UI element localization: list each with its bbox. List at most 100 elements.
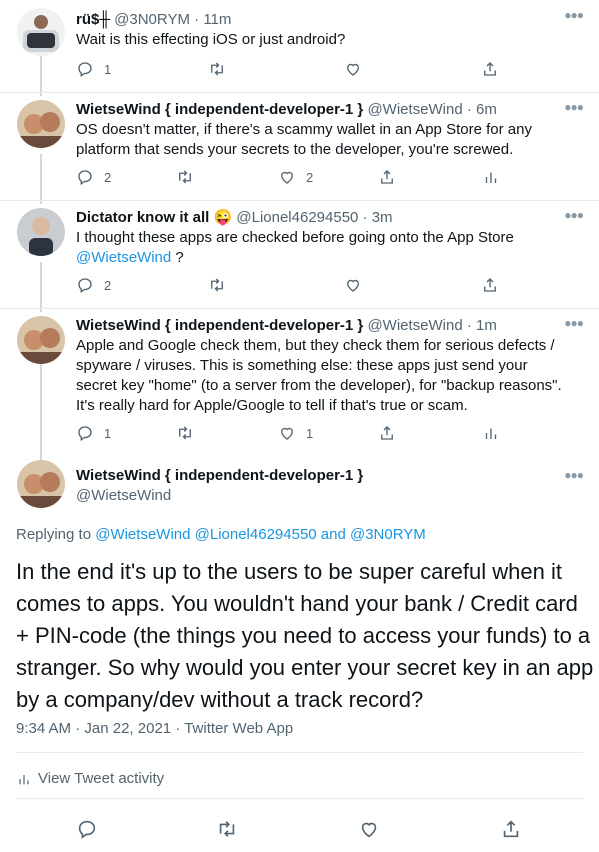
reply-button[interactable]: 2	[76, 168, 111, 186]
share-icon	[503, 820, 519, 838]
reply-count: 2	[104, 277, 112, 293]
author-name[interactable]: WietseWind { independent-developer-1 }	[76, 317, 363, 334]
retweet-button[interactable]	[208, 276, 226, 294]
reply-count: 2	[104, 169, 112, 185]
timestamp[interactable]: 6m	[476, 101, 497, 118]
like-button[interactable]	[344, 276, 362, 294]
like-button[interactable]	[358, 818, 380, 840]
analytics-button[interactable]	[482, 424, 500, 442]
author-handle[interactable]: @Lionel46294550	[236, 209, 358, 226]
retweet-icon	[179, 426, 191, 440]
timestamp[interactable]: 11m	[203, 11, 231, 28]
separator-dot: ·	[466, 101, 472, 118]
reply-button[interactable]	[76, 818, 98, 840]
like-icon	[361, 822, 377, 838]
analytics-button[interactable]	[482, 168, 500, 186]
more-icon[interactable]: ●●●	[564, 100, 584, 114]
author-name[interactable]: WietseWind { independent-developer-1 }	[76, 101, 363, 118]
share-button[interactable]	[481, 276, 499, 294]
main-tweet: WietseWind { independent-developer-1 } @…	[0, 456, 599, 852]
analytics-icon	[19, 774, 29, 784]
avatar[interactable]	[17, 100, 65, 148]
timestamp[interactable]: 3m	[372, 209, 393, 226]
share-button[interactable]	[500, 818, 522, 840]
more-icon[interactable]: ●●●	[564, 208, 584, 222]
share-button[interactable]	[481, 60, 499, 78]
like-button[interactable]: 2	[278, 168, 313, 186]
like-button[interactable]: 1	[278, 424, 313, 442]
share-button[interactable]	[378, 424, 396, 442]
tweet[interactable]: Dictator know it all 😜 @Lionel46294550 ·…	[0, 200, 599, 308]
divider	[16, 798, 583, 799]
main-tweet-text: In the end it's up to the users to be su…	[16, 559, 594, 712]
reply-icon	[78, 170, 92, 186]
divider	[16, 752, 583, 753]
reply-button[interactable]: 1	[76, 424, 111, 442]
reply-icon	[78, 426, 92, 442]
retweet-icon	[211, 278, 223, 292]
like-icon	[281, 171, 293, 184]
tweet[interactable]: WietseWind { independent-developer-1 } @…	[0, 308, 599, 456]
author-handle[interactable]: @3N0RYM	[114, 11, 190, 28]
share-icon	[484, 62, 496, 76]
analytics-icon	[485, 172, 497, 183]
tweet[interactable]: rü$╫ @3N0RYM · 11m Wait is this effectin…	[0, 0, 599, 92]
retweet-button[interactable]	[208, 60, 226, 78]
author-name[interactable]: Dictator know it all 😜	[76, 209, 232, 226]
reply-icon	[78, 62, 92, 78]
author-handle[interactable]: @WietseWind	[367, 101, 462, 118]
view-activity-label: View Tweet activity	[38, 770, 165, 787]
tweet-date[interactable]: Jan 22, 2021	[84, 720, 171, 737]
avatar[interactable]	[17, 8, 65, 56]
tweet-meta: 9:34 AM · Jan 22, 2021 · Twitter Web App	[16, 720, 293, 737]
separator-dot: ·	[194, 11, 200, 28]
separator-dot: ·	[75, 720, 81, 737]
author-name[interactable]: rü$╫	[76, 11, 110, 28]
retweet-button[interactable]	[176, 424, 194, 442]
more-icon[interactable]: ●●●	[564, 468, 584, 482]
mention-link[interactable]: @WietseWind	[76, 249, 171, 266]
view-activity-link[interactable]: View Tweet activity	[16, 770, 164, 787]
like-count: 2	[306, 169, 314, 185]
reply-count: 1	[104, 425, 112, 441]
avatar[interactable]	[17, 460, 65, 508]
reply-icon	[78, 278, 92, 294]
author-name[interactable]: WietseWind { independent-developer-1 }	[76, 467, 363, 484]
more-icon[interactable]: ●●●	[564, 8, 584, 22]
avatar[interactable]	[17, 316, 65, 364]
more-icon[interactable]: ●●●	[564, 316, 584, 330]
author-handle[interactable]: @WietseWind	[367, 317, 462, 334]
tweet-text: OS doesn't matter, if there's a scammy w…	[76, 121, 532, 158]
avatar[interactable]	[17, 208, 65, 256]
replying-to-links[interactable]: @WietseWind @Lionel46294550 and @3N0RYM	[95, 526, 426, 543]
retweet-button[interactable]	[216, 818, 238, 840]
tweet-text: Wait is this effecting iOS or just andro…	[76, 31, 346, 48]
tweet-text: Apple and Google check them, but they ch…	[76, 337, 562, 414]
main-actions	[76, 818, 527, 840]
like-icon	[281, 427, 293, 440]
retweet-button[interactable]	[176, 168, 194, 186]
tweet-time[interactable]: 9:34 AM	[16, 720, 71, 737]
separator-dot: ·	[362, 209, 368, 226]
reply-count: 1	[104, 61, 112, 77]
analytics-icon	[485, 428, 497, 439]
share-button[interactable]	[378, 168, 396, 186]
share-icon	[381, 426, 393, 440]
like-icon	[347, 63, 359, 76]
author-handle[interactable]: @WietseWind	[76, 487, 171, 504]
like-icon	[347, 279, 359, 292]
reply-button[interactable]: 1	[76, 60, 111, 78]
retweet-icon	[211, 62, 223, 76]
tweet-text-tail: ?	[171, 249, 184, 266]
tweet[interactable]: WietseWind { independent-developer-1 } @…	[0, 92, 599, 200]
tweet-source[interactable]: Twitter Web App	[184, 720, 293, 737]
like-button[interactable]	[344, 60, 362, 78]
reply-icon	[78, 820, 96, 839]
separator-dot: ·	[175, 720, 181, 737]
like-count: 1	[306, 425, 314, 441]
retweet-icon	[219, 821, 235, 837]
reply-button[interactable]: 2	[76, 276, 111, 294]
timestamp[interactable]: 1m	[476, 317, 497, 334]
tweet-text-body: I thought these apps are checked before …	[76, 229, 514, 246]
tweet-text: I thought these apps are checked before …	[76, 228, 571, 268]
